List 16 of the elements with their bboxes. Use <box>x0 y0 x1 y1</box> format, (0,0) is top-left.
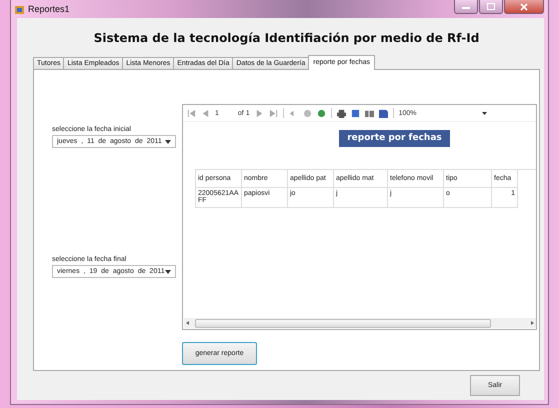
scroll-right-icon[interactable] <box>531 321 534 325</box>
scroll-left-icon[interactable] <box>186 321 189 325</box>
report-title: reporte por fechas <box>339 130 450 147</box>
app-heading: Sistema de la tecnología Identifiación por medio de Rf-Id <box>94 31 480 45</box>
maximize-icon <box>487 3 495 10</box>
close-icon <box>520 2 528 10</box>
maximize-button[interactable] <box>479 0 503 14</box>
minimize-button[interactable] <box>454 0 478 14</box>
caret-icon[interactable] <box>482 112 486 114</box>
close-button[interactable] <box>504 0 544 14</box>
app-icon <box>15 4 24 14</box>
caret-icon <box>165 270 171 274</box>
caret-icon <box>165 140 171 144</box>
minimize-icon <box>462 4 470 8</box>
window-title: Reportes1 <box>28 4 70 14</box>
horizontal-scrollbar[interactable] <box>184 318 536 328</box>
